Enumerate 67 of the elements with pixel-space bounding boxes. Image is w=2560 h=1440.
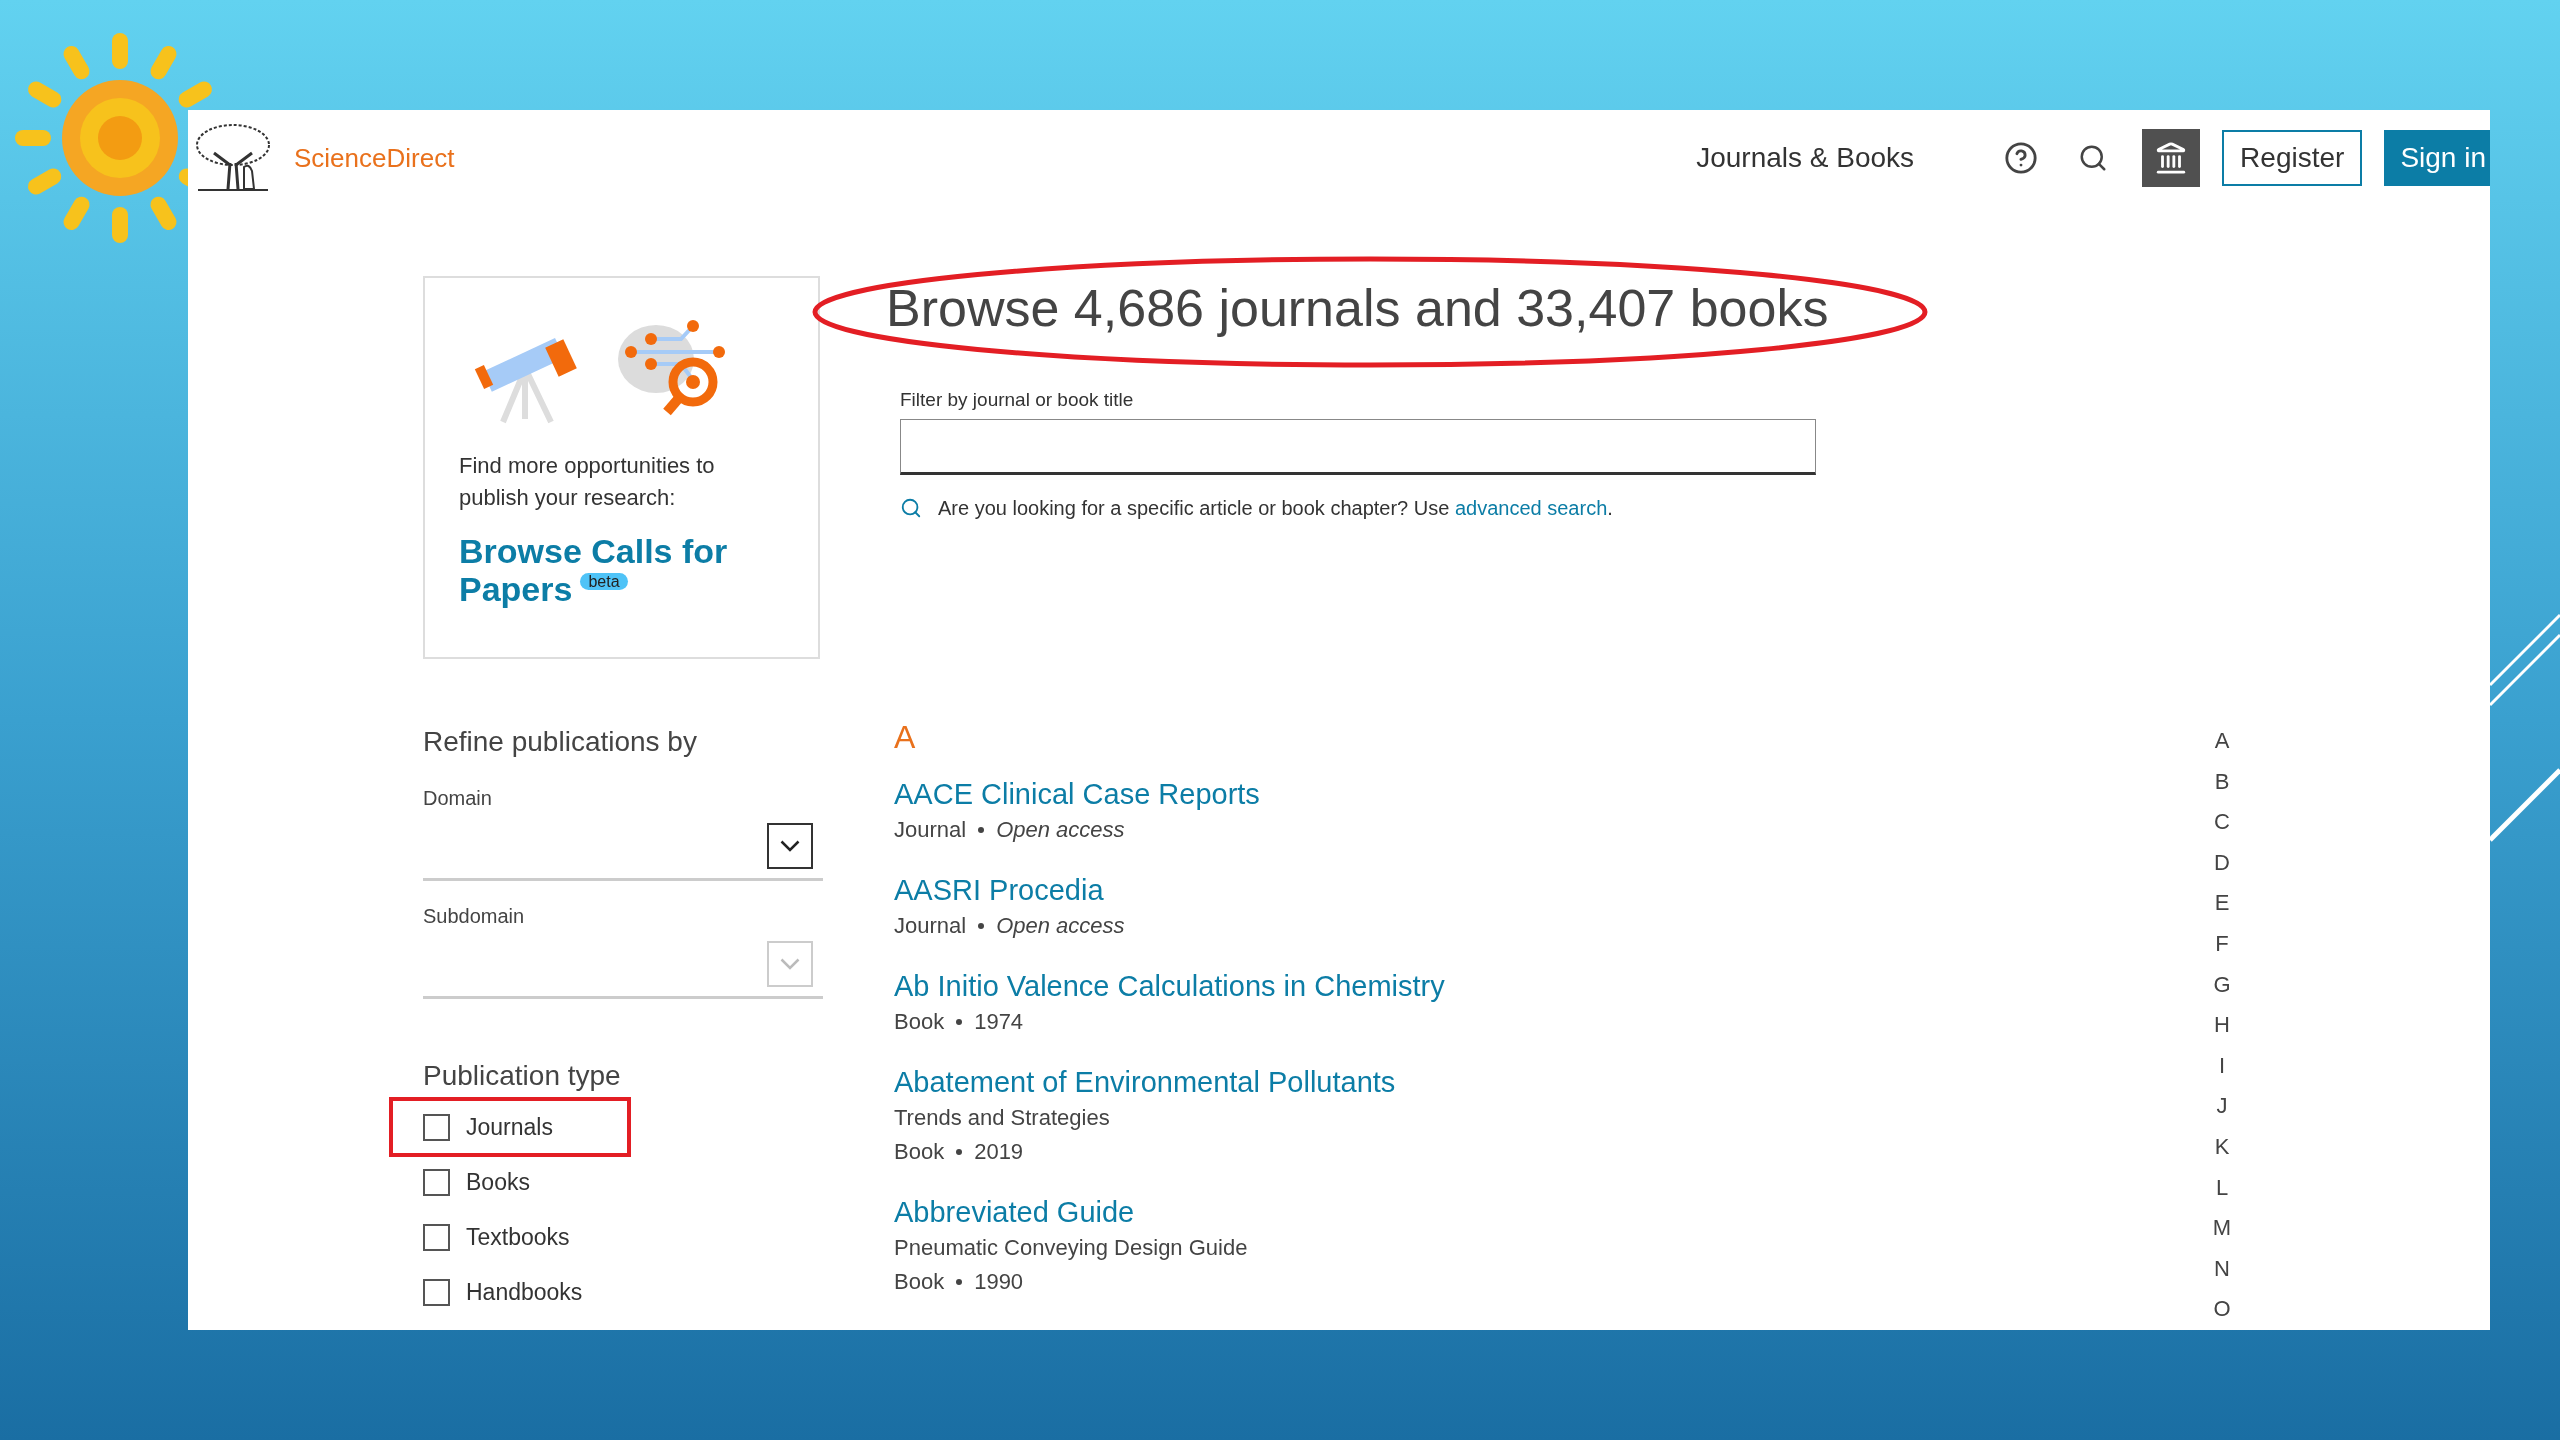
alphabet-link[interactable]: G <box>2213 964 2231 1006</box>
calls-for-papers-link[interactable]: Browse Calls for Papers $^{beta}$ <box>459 532 779 609</box>
alphabet-link[interactable]: J <box>2216 1086 2228 1128</box>
bullet-icon <box>956 1148 963 1155</box>
publication-type-heading: Publication type <box>423 1059 622 1094</box>
publication-detail: Open access <box>996 815 1125 844</box>
institution-button[interactable] <box>2142 129 2201 188</box>
alphabet-link[interactable]: C <box>2214 802 2230 843</box>
alphabet-link[interactable]: F <box>2215 924 2229 965</box>
promo-text: Find more opportunities to publish your research: <box>459 452 716 513</box>
publication-title-link[interactable]: AACE Clinical Case Reports <box>894 774 2090 813</box>
alphabet-link[interactable]: A <box>2214 721 2230 762</box>
checkbox[interactable] <box>423 1279 450 1307</box>
chevron-down-icon <box>780 958 800 971</box>
alphabet-link[interactable]: D <box>2214 842 2230 884</box>
publication-detail: 1974 <box>974 1007 1024 1036</box>
bullet-icon <box>978 922 985 929</box>
publication-title-link[interactable]: Ab Initio Valence Calculations in Chemistry <box>894 966 2090 1005</box>
alphabet-link[interactable]: O <box>2213 1289 2231 1330</box>
checkbox[interactable] <box>423 1224 450 1252</box>
alphabet-link[interactable]: H <box>2214 1005 2230 1046</box>
checkbox[interactable] <box>423 1114 450 1142</box>
publication-detail: 2019 <box>974 1137 1024 1166</box>
publication-title-link[interactable]: AASRI Procedia <box>894 870 2090 909</box>
filter-input[interactable] <box>900 418 1816 475</box>
alphabet-link[interactable]: E <box>2214 883 2230 925</box>
checkbox-label: Books <box>466 1168 530 1198</box>
publication-detail: 1990 <box>974 1267 1024 1296</box>
register-button[interactable]: Register <box>2222 130 2363 187</box>
advanced-search-hint: Are you looking for a specific article or book chapter? Use advanced search. <box>938 495 1613 521</box>
checkbox-label: Textbooks <box>466 1223 570 1253</box>
alphabet-link[interactable]: B <box>2214 761 2230 803</box>
help-icon[interactable] <box>2004 141 2039 176</box>
tree-logo-icon <box>194 123 272 194</box>
advanced-search-link[interactable]: advanced search <box>1454 496 1608 519</box>
publication-type: Journal <box>894 911 967 940</box>
dropdown-label: Subdomain <box>423 904 526 930</box>
publication-type: Book <box>894 1007 945 1036</box>
publication-subtitle: Trends and Strategies <box>894 1103 1111 1132</box>
publication-type: Book <box>894 1137 945 1166</box>
letter-heading: A <box>894 717 917 757</box>
beta-badge: beta <box>580 573 628 591</box>
alphabet-link[interactable]: N <box>2214 1248 2230 1290</box>
page-heading: Browse 4,686 journals and 33,407 books <box>886 278 1829 340</box>
publication-detail: Open access <box>996 911 1125 940</box>
sign-in-button[interactable]: Sign in <box>2384 130 2490 187</box>
alphabet-link[interactable]: K <box>2214 1127 2230 1168</box>
publication-type: Book <box>894 1267 945 1296</box>
search-icon <box>900 496 922 519</box>
alphabet-link[interactable]: M <box>2212 1208 2232 1249</box>
bullet-icon <box>978 826 985 833</box>
chevron-down-icon <box>780 840 800 853</box>
alphabet-link[interactable]: L <box>2215 1167 2229 1209</box>
publication-title-link[interactable]: Abbreviated Guide <box>894 1192 2090 1231</box>
alphabet-link[interactable]: I <box>2218 1045 2226 1087</box>
dropdown-label: Domain <box>423 786 493 812</box>
checkbox-label: Journals <box>466 1113 553 1143</box>
publication-type: Journal <box>894 815 967 844</box>
checkbox-label: Handbooks <box>466 1278 583 1308</box>
publication-title-link[interactable]: Abatement of Environmental Pollutants <box>894 1062 2090 1101</box>
filter-label: Filter by journal or book title <box>900 388 1135 413</box>
bullet-icon <box>956 1018 963 1025</box>
checkbox[interactable] <box>423 1169 450 1197</box>
bullet-icon <box>956 1278 963 1285</box>
refine-heading: Refine publications by <box>423 725 698 760</box>
journals-books-link[interactable]: Journals & Books <box>1696 137 1915 180</box>
publication-subtitle: Pneumatic Conveying Design Guide <box>894 1233 1249 1262</box>
